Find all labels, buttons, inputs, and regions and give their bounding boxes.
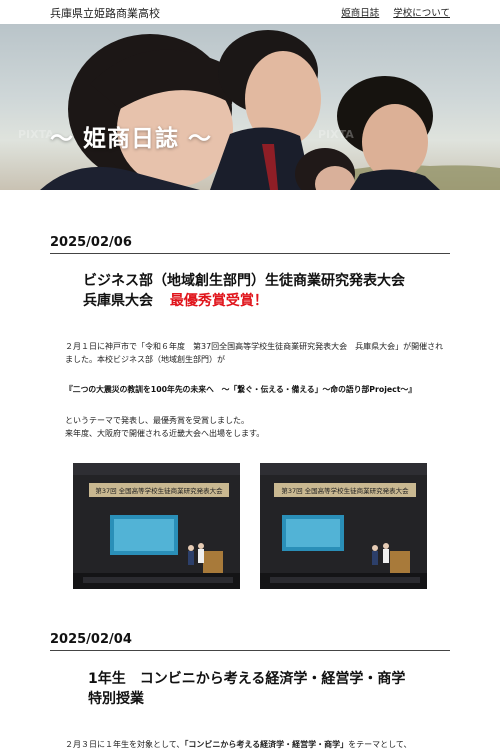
post-title-line1: 1年生 コンビニから考える経済学・経営学・商学 — [88, 671, 406, 687]
post-title[interactable]: ビジネス部（地域創生部門）生徒商業研究発表大会 兵庫県大会 最優秀賞受賞！ — [83, 271, 405, 311]
photo-banner-text: 第37回 全国高等学校生徒商業研究発表大会 — [95, 486, 223, 495]
hero-photo — [40, 30, 500, 190]
site-title[interactable]: 兵庫県立姫路商業高校 — [50, 5, 160, 21]
photo-banner-text: 第37回 全国高等学校生徒商業研究発表大会 — [281, 486, 409, 495]
post-title-line2: 特別授業 — [88, 691, 144, 707]
nav-link-diary[interactable]: 姫商日誌 — [341, 5, 379, 19]
post-paragraph: ２月３日に１年生を対象として、「コンビニから考える経済学・経営学・商学」をテーマ… — [65, 738, 465, 750]
main-nav: 姫商日誌 学校について — [341, 5, 450, 19]
event-photo[interactable]: 第37回 全国高等学校生徒商業研究発表大会 — [260, 463, 427, 589]
post-paragraph: 来年度、大阪府で開催される近畿大会へ出場をします。 — [65, 429, 265, 438]
post-title-award: 最優秀賞受賞！ — [169, 293, 268, 309]
date-divider — [50, 650, 450, 651]
post-paragraph: ２月１日に神戸市で「令和６年度 第37回全国高等学校生徒商業研究発表大会 兵庫県… — [65, 342, 444, 364]
event-photo[interactable]: 第37回 全国高等学校生徒商業研究発表大会 — [73, 463, 240, 589]
post-title-event: 兵庫県大会 — [83, 293, 153, 309]
post-date: 2025/02/06 — [50, 235, 132, 250]
post-paragraph-suffix: をテーマとして、 — [348, 740, 412, 749]
post-title-line2: 兵庫県大会 最優秀賞受賞！ — [83, 291, 405, 311]
post-title-line1: ビジネス部（地域創生部門）生徒商業研究発表大会 — [83, 273, 405, 289]
post-theme: 『二つの大震災の教訓を100年先の未来へ ～「繋ぐ・伝える・備える」～命の語り部… — [65, 385, 417, 394]
post-title[interactable]: 1年生 コンビニから考える経済学・経営学・商学 特別授業 — [88, 669, 405, 709]
post-paragraph: というテーマで発表し、最優秀賞を受賞しました。 — [65, 416, 249, 425]
post-paragraph-topic: 「コンビニから考える経済学・経営学・商学」 — [184, 740, 349, 749]
post-paragraph-prefix: ２月３日に１年生を対象として、 — [65, 740, 185, 749]
watermark-text: PIXTA — [318, 128, 354, 141]
post-date: 2025/02/04 — [50, 632, 132, 647]
nav-link-about[interactable]: 学校について — [393, 5, 450, 19]
top-bar: 兵庫県立姫路商業高校 姫商日誌 学校について — [0, 0, 500, 24]
date-divider — [50, 253, 450, 254]
hero-title: 〜 姫商日誌 〜 — [50, 126, 213, 152]
watermark-text: PIXTA — [18, 128, 54, 141]
hero-banner: PIXTA PIXTA 〜 姫商日誌 〜 — [0, 24, 500, 190]
